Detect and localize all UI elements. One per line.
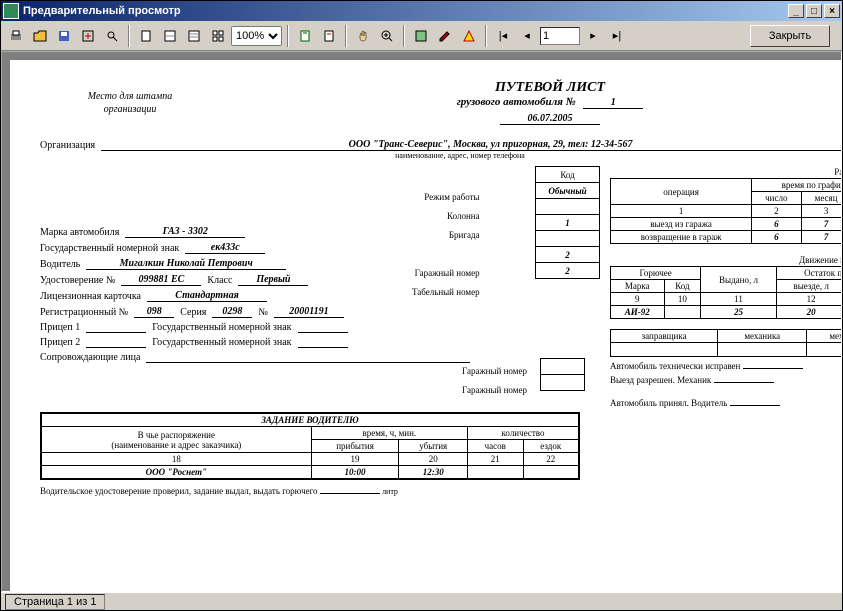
page-width-button[interactable] [135,25,157,47]
document-viewport[interactable]: Место для штампа организации ПУТЕВОЙ ЛИС… [1,51,842,592]
org-label: Организация [40,140,95,151]
license-label: Лицензионная карточка [40,291,141,302]
next-page-button[interactable]: ▸ [582,25,604,47]
doc-title: ПУТЕВОЙ ЛИСТ [220,80,842,96]
close-window-button[interactable]: × [824,4,840,18]
find-button[interactable] [101,25,123,47]
open-button[interactable] [29,25,51,47]
margins-button[interactable] [294,25,316,47]
whole-page-button[interactable] [159,25,181,47]
titlebar: Предварительный просмотр _ □ × [1,1,842,21]
class-label: Класс [207,275,232,286]
accomp-label: Сопровождающие лица [40,352,140,363]
stamp-placeholder: Место для штампа организации [40,80,220,125]
fullscreen-button[interactable] [410,25,432,47]
app-icon [3,3,19,19]
brand-label: Марка автомобиля [40,227,119,238]
class-value: Первый [238,274,308,286]
car-ok-note: Автомобиль технически исправен [610,361,842,371]
column-label: Колонна [412,207,480,226]
num-value: 20001191 [274,306,344,318]
page-setup-button[interactable] [318,25,340,47]
statusbar: Страница 1 из 1 [1,592,842,610]
print-button[interactable] [5,25,27,47]
work-schedule-table: Работа вод операция время по графику чис… [610,166,842,244]
last-page-button[interactable]: ▸| [606,25,628,47]
series-value: 0298 [212,306,252,318]
trailer1-label: Прицеп 1 [40,322,80,333]
maximize-button[interactable]: □ [806,4,822,18]
export-button[interactable] [77,25,99,47]
zoom-dropdown[interactable]: 100% [231,26,282,46]
trailer2-gos-label: Государственный номерной знак [152,337,291,348]
page-status: Страница 1 из 1 [5,594,105,610]
exit-allowed-note: Выезд разрешен. Механик [610,375,842,385]
preview-window: Предварительный просмотр _ □ × 100% |◂ [0,0,843,611]
cert-label: Удостоверение № [40,275,115,286]
warning-button[interactable] [458,25,480,47]
footer-note: Водительское удостоверение проверил, зад… [40,486,842,496]
close-button[interactable]: Закрыть [750,25,830,47]
signatures-table: заправщикамеханикамехани [610,329,842,357]
org-value: ООО "Транс-Северис", Москва, ул пригорна… [101,139,842,151]
fuel-table: Движение горючего Горючее Выдано, л Оста… [610,254,842,319]
num-label: № [258,307,268,318]
prev-page-button[interactable]: ◂ [516,25,538,47]
doc-number: 1 [583,97,643,109]
signature-caption: подпись [610,385,842,394]
save-button[interactable] [53,25,75,47]
reg-num: 098 [134,306,174,318]
trailer2-label: Прицеп 2 [40,337,80,348]
task-table: ЗАДАНИЕ ВОДИТЕЛЮ В чье распоряжение (наи… [40,412,580,480]
multi-pages-button[interactable] [207,25,229,47]
brigade-label: Бригада [412,226,480,245]
zoom-select[interactable]: 100% [231,26,282,46]
minimize-button[interactable]: _ [788,4,804,18]
license-value: Стандартная [147,290,267,302]
zoom-tool-button[interactable] [376,25,398,47]
doc-subtitle: грузового автомобиля № [457,96,576,108]
trailer1-garage-label: Гаражный номер [462,362,527,381]
org-caption: наименование, адрес, номер телефона [40,151,842,160]
car-accepted-note: Автомобиль принял. Водитель [610,398,842,408]
gosnum-value: ек433с [185,242,265,254]
window-title: Предварительный просмотр [23,5,786,17]
toolbar: 100% |◂ ◂ ▸ ▸| Закрыть [1,21,842,51]
page-number-input[interactable] [540,27,580,45]
edit-button[interactable] [434,25,456,47]
mode-label: Режим работы [412,188,480,207]
garage-num-label: Гаражный номер [412,264,480,283]
brand-value: ГАЗ - 3302 [125,226,245,238]
two-pages-button[interactable] [183,25,205,47]
trailer-garage-table [540,358,585,391]
series-label: Серия [180,307,206,318]
hand-tool-button[interactable] [352,25,374,47]
first-page-button[interactable]: |◂ [492,25,514,47]
code-table: Код Обычный 1 2 2 [535,166,600,279]
doc-date: 06.07.2005 [500,113,600,125]
driver-value: Мигалкин Николай Петрович [86,258,286,270]
gosnum-label: Государственный номерной знак [40,243,179,254]
reg-label: Регистрационный № [40,307,128,318]
document-page: Место для штампа организации ПУТЕВОЙ ЛИС… [10,60,842,592]
trailer1-gos-label: Государственный номерной знак [152,322,291,333]
trailer2-garage-label: Гаражный номер [462,381,527,400]
tabel-label: Табельный номер [412,283,480,302]
cert-value: 099881 ЕС [121,274,201,286]
driver-label: Водитель [40,259,80,270]
